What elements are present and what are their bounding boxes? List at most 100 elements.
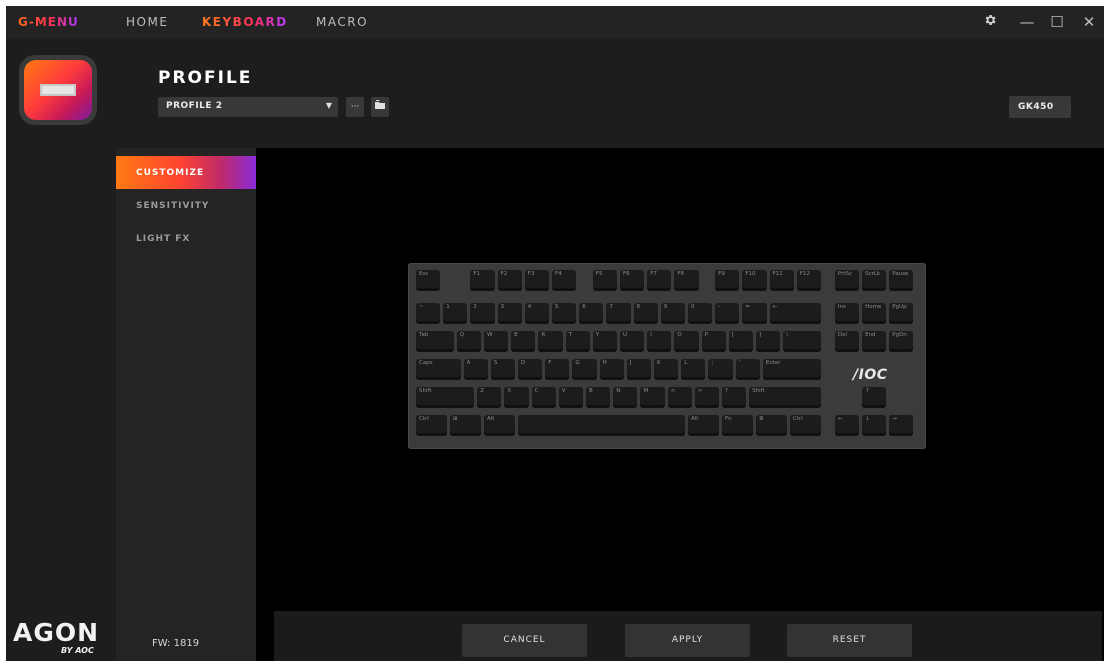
keyboard-key[interactable]: N (613, 386, 638, 408)
keyboard-key[interactable]: 0 (688, 302, 713, 324)
keyboard-key[interactable]: PrtSc (834, 269, 860, 291)
keyboard-key[interactable]: End (862, 330, 887, 352)
keyboard-key[interactable]: C (531, 386, 556, 408)
keyboard-key[interactable]: PgUp (889, 302, 914, 324)
keyboard-key[interactable]: D (518, 358, 543, 380)
keyboard-key[interactable]: Pause (889, 269, 914, 291)
keyboard-key[interactable]: ' (735, 358, 760, 380)
keyboard-key[interactable]: Ctrl (416, 414, 447, 436)
keyboard-key[interactable]: Q (456, 330, 481, 352)
keyboard-key[interactable]: 7 (606, 302, 631, 324)
keyboard-key[interactable]: 9 (660, 302, 685, 324)
keyboard-key[interactable]: [ (728, 330, 753, 352)
apply-button[interactable]: APPLY (625, 624, 750, 657)
nav-macro[interactable]: MACRO (316, 15, 368, 29)
keyboard-key[interactable]: = (742, 302, 767, 324)
keyboard-key[interactable]: R (538, 330, 563, 352)
keyboard-key[interactable]: B (586, 386, 611, 408)
keyboard-key[interactable]: 6 (579, 302, 604, 324)
keyboard-key[interactable]: → (889, 414, 914, 436)
keyboard-key[interactable]: W (484, 330, 509, 352)
cancel-button[interactable]: CANCEL (462, 624, 587, 657)
keyboard-key[interactable]: Z (477, 386, 502, 408)
keyboard-key[interactable]: ≣ (756, 414, 787, 436)
close-icon[interactable]: ✕ (1078, 12, 1100, 32)
device-tile[interactable] (19, 55, 97, 125)
keyboard-key[interactable]: Fn (722, 414, 753, 436)
keyboard-key[interactable]: Ins (834, 302, 860, 324)
keyboard-key[interactable]: G (572, 358, 597, 380)
keyboard-key[interactable]: Caps (416, 358, 461, 380)
keyboard-key[interactable]: V (558, 386, 583, 408)
keyboard-key[interactable]: ← (834, 414, 860, 436)
profile-more-button[interactable]: ··· (346, 97, 364, 117)
keyboard-key[interactable]: ← (769, 302, 821, 324)
keyboard-key[interactable]: Home (862, 302, 887, 324)
brand-logo[interactable]: G-MENU (18, 15, 79, 29)
keyboard-key[interactable]: ? (722, 386, 747, 408)
keyboard-key[interactable]: X (504, 386, 529, 408)
keyboard-key[interactable]: Shift (749, 386, 821, 408)
subnav-customize[interactable]: CUSTOMIZE (116, 156, 256, 189)
keyboard-key[interactable]: 2 (470, 302, 495, 324)
keyboard-key[interactable] (518, 414, 685, 436)
keyboard-key[interactable]: < (667, 386, 692, 408)
keyboard-key[interactable]: A (463, 358, 488, 380)
keyboard-key[interactable]: F4 (552, 269, 577, 291)
keyboard-key[interactable]: ↑ (862, 386, 887, 408)
profile-select[interactable]: PROFILE 2 ▼ (158, 97, 338, 117)
keyboard-key[interactable]: 1 (443, 302, 468, 324)
nav-keyboard[interactable]: KEYBOARD (202, 15, 288, 29)
keyboard-key[interactable]: T (565, 330, 590, 352)
keyboard-key[interactable]: Tab (416, 330, 454, 352)
keyboard-key[interactable]: ↓ (862, 414, 887, 436)
keyboard-key[interactable]: 4 (524, 302, 549, 324)
keyboard-key[interactable]: F5 (592, 269, 617, 291)
keyboard-key[interactable]: S (490, 358, 515, 380)
keyboard-key[interactable]: F7 (647, 269, 672, 291)
keyboard-key[interactable]: Ctrl (790, 414, 821, 436)
keyboard-key[interactable]: F2 (497, 269, 522, 291)
keyboard-key[interactable]: F (545, 358, 570, 380)
keyboard-key[interactable]: 8 (633, 302, 658, 324)
keyboard-key[interactable]: E (511, 330, 536, 352)
keyboard-key[interactable]: Alt (484, 414, 515, 436)
keyboard-key[interactable]: Shift (416, 386, 475, 408)
keyboard-key[interactable]: F8 (674, 269, 699, 291)
keyboard-key[interactable]: Enter (762, 358, 821, 380)
keyboard-key[interactable]: Alt (688, 414, 719, 436)
minimize-icon[interactable]: — (1016, 12, 1038, 32)
keyboard-key[interactable]: PgDn (889, 330, 914, 352)
keyboard-key[interactable]: F9 (715, 269, 740, 291)
keyboard-key[interactable]: Del (834, 330, 860, 352)
keyboard-key[interactable]: Y (592, 330, 617, 352)
keyboard-key[interactable]: \ (783, 330, 821, 352)
keyboard-key[interactable]: 5 (552, 302, 577, 324)
subnav-light-fx[interactable]: LIGHT FX (116, 222, 256, 255)
keyboard-key[interactable]: I (647, 330, 672, 352)
keyboard-key[interactable]: H (599, 358, 624, 380)
keyboard-key[interactable]: ⊞ (450, 414, 481, 436)
keyboard-key[interactable]: > (694, 386, 719, 408)
nav-home[interactable]: HOME (126, 15, 168, 29)
keyboard-key[interactable]: F6 (620, 269, 645, 291)
keyboard-key[interactable]: ] (756, 330, 781, 352)
keyboard-key[interactable]: O (674, 330, 699, 352)
subnav-sensitivity[interactable]: SENSITIVITY (116, 189, 256, 222)
keyboard-key[interactable]: F12 (796, 269, 821, 291)
keyboard-key[interactable]: ~ (416, 302, 441, 324)
gear-icon[interactable] (979, 12, 1001, 32)
maximize-icon[interactable]: ☐ (1046, 12, 1068, 32)
keyboard-key[interactable]: Esc (416, 269, 441, 291)
keyboard-key[interactable]: U (620, 330, 645, 352)
keyboard-key[interactable]: F11 (769, 269, 794, 291)
keyboard-key[interactable]: 3 (497, 302, 522, 324)
keyboard-key[interactable]: F3 (524, 269, 549, 291)
keyboard-key[interactable]: F10 (742, 269, 767, 291)
keyboard-key[interactable]: ; (708, 358, 733, 380)
profile-folder-button[interactable] (371, 97, 389, 117)
reset-button[interactable]: RESET (787, 624, 912, 657)
keyboard-key[interactable]: J (626, 358, 651, 380)
keyboard-key[interactable]: F1 (470, 269, 495, 291)
keyboard-key[interactable]: K (654, 358, 679, 380)
